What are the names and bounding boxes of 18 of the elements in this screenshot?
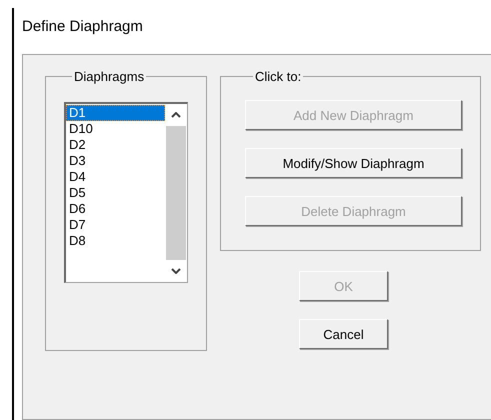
- scroll-down-icon[interactable]: [171, 268, 181, 274]
- scroll-thumb[interactable]: [166, 126, 186, 260]
- list-item[interactable]: D10: [66, 121, 165, 137]
- list-item[interactable]: D6: [66, 201, 165, 217]
- list-item[interactable]: D8: [66, 233, 165, 249]
- list-item[interactable]: D7: [66, 217, 165, 233]
- list-item[interactable]: D3: [66, 153, 165, 169]
- list-item[interactable]: D4: [66, 169, 165, 185]
- window-title: Define Diaphragm: [22, 17, 144, 37]
- dialog-button[interactable]: Cancel: [299, 319, 388, 349]
- list-item[interactable]: D5: [66, 185, 165, 201]
- scroll-up-icon[interactable]: [171, 112, 181, 118]
- group-label: Click to:: [254, 69, 302, 84]
- diaphragm-list[interactable]: D1 D10 D2 D3 D4 D5 D6 D7 D8: [64, 102, 188, 283]
- action-button[interactable]: Modify/Show Diaphragm: [245, 148, 462, 178]
- list-item[interactable]: D2: [66, 137, 165, 153]
- group-label: Diaphragms: [73, 69, 146, 84]
- list-item[interactable]: D1: [66, 105, 165, 121]
